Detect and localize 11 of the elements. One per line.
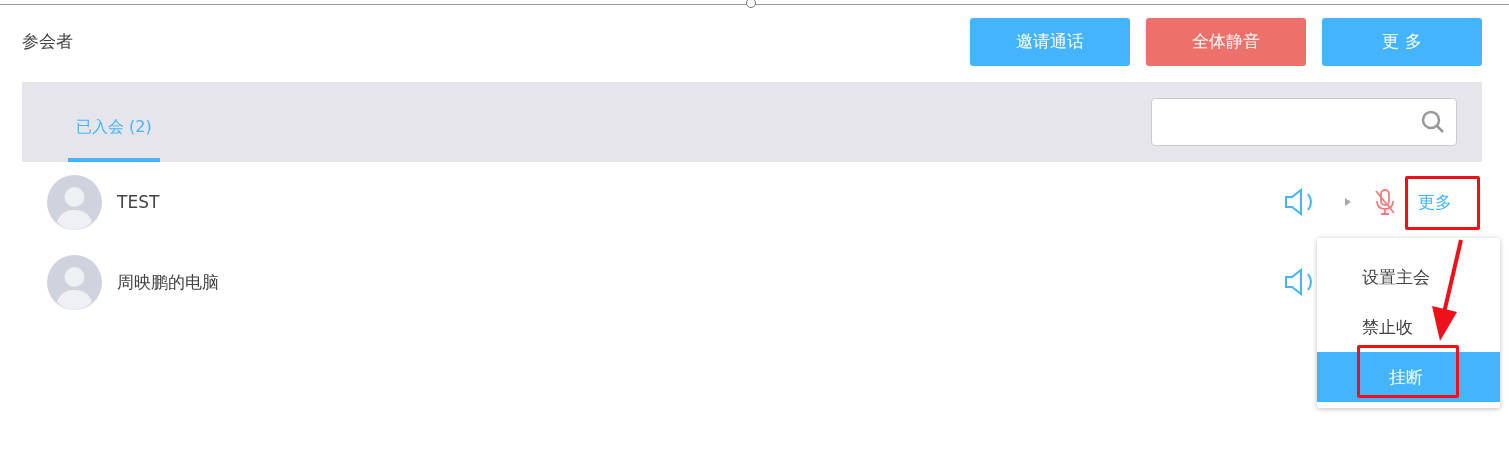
participant-name: 周映鹏的电脑 <box>117 270 219 294</box>
menu-item[interactable]: 设置主会 <box>1317 252 1500 302</box>
toolbar-button[interactable]: 全体静音 <box>1146 17 1306 66</box>
more-link[interactable]: 更多 <box>1410 190 1460 214</box>
panel-title: 参会者 <box>22 30 74 53</box>
tab[interactable]: 已入会 (2) <box>68 102 160 162</box>
toolbar-button[interactable]: 邀请通话 <box>970 17 1130 66</box>
participant-name: TEST <box>117 192 160 212</box>
menu-item[interactable]: 禁止收 <box>1317 302 1500 352</box>
toolbar-button[interactable]: 更 多 <box>1322 17 1482 66</box>
menu-item[interactable]: 挂断 <box>1317 352 1500 402</box>
